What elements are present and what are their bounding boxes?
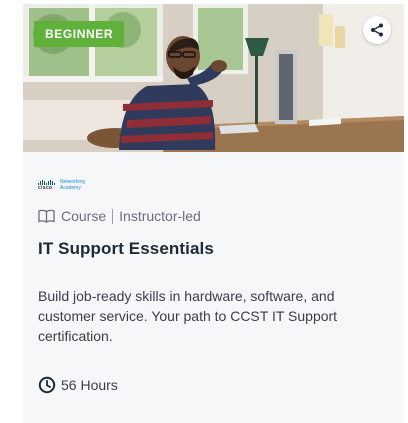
networking-academy-logo: cisco Networking Academy [38, 178, 389, 192]
duration-text: 56 Hours [61, 377, 118, 393]
clock-icon [38, 376, 56, 394]
course-description: Build job-ready skills in hardware, soft… [38, 288, 338, 344]
course-meta: Course Instructor-led [38, 206, 389, 226]
course-type: Course [61, 208, 107, 224]
book-icon [38, 209, 55, 223]
share-icon [371, 23, 383, 37]
meta-divider [112, 208, 114, 224]
course-hero-image: BEGINNER [23, 4, 404, 152]
logo-line-2: Academy [60, 185, 81, 191]
card-body: cisco Networking Academy Course Instruct… [23, 178, 404, 394]
course-title[interactable]: IT Support Essentials [38, 239, 389, 259]
course-duration: 56 Hours [38, 376, 389, 394]
level-badge: BEGINNER [34, 21, 125, 47]
share-button[interactable] [363, 16, 391, 44]
course-card[interactable]: BEGINNER cisco Networking Academy Course… [23, 4, 404, 423]
delivery-mode: Instructor-led [119, 208, 201, 224]
cisco-wordmark: cisco [38, 184, 53, 191]
cisco-logo-mark: cisco [38, 179, 56, 191]
